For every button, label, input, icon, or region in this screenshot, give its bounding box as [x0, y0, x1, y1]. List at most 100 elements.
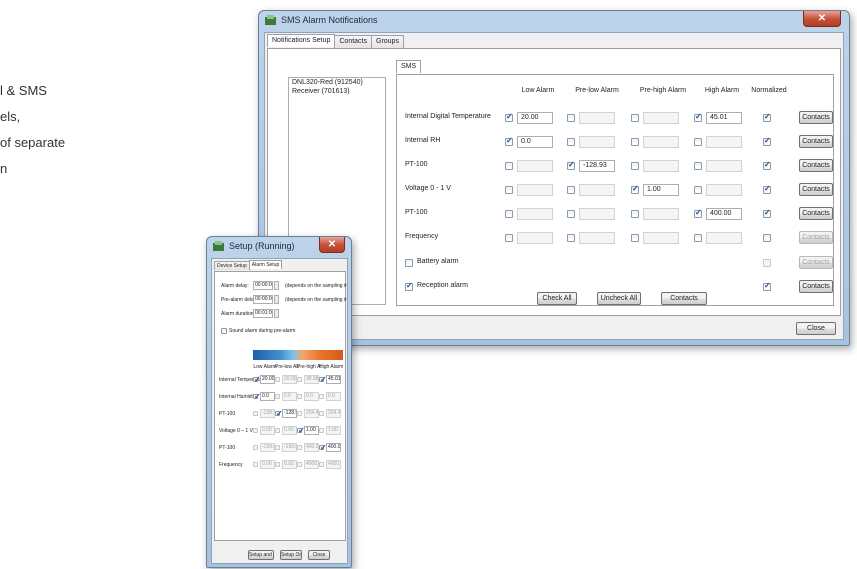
alarm-checkbox[interactable]	[297, 462, 302, 467]
alarm-checkbox[interactable]	[319, 428, 324, 433]
tab-groups[interactable]: Groups	[371, 35, 404, 48]
alarm-checkbox[interactable]	[319, 394, 324, 399]
alarm-checkbox[interactable]	[694, 186, 702, 194]
threshold-field[interactable]: 400.00	[706, 208, 742, 220]
contacts-all-button[interactable]: Contacts	[661, 292, 707, 305]
alarm-checkbox[interactable]	[505, 112, 513, 122]
reception-alarm-checkbox[interactable]	[405, 281, 413, 291]
alarm-checkbox[interactable]	[505, 234, 513, 242]
alarm-checkbox[interactable]	[253, 411, 258, 416]
contacts-button[interactable]: Contacts	[799, 280, 833, 293]
threshold-field[interactable]: 20.00	[260, 375, 275, 384]
alarm-checkbox[interactable]	[694, 162, 702, 170]
prealarm-delay-field[interactable]: 00:00:00	[253, 295, 273, 304]
alarm-checkbox[interactable]	[253, 445, 258, 450]
alarm-duration-field[interactable]: 00:01:00	[253, 309, 273, 318]
alarm-checkbox[interactable]	[631, 234, 639, 242]
contacts-button[interactable]: Contacts	[799, 111, 833, 124]
threshold-field[interactable]: 1.00	[304, 426, 319, 435]
sound-alarm-checkbox[interactable]	[221, 328, 227, 334]
setup-only-button[interactable]: Setup Only	[280, 550, 302, 560]
alarm-checkbox[interactable]	[631, 184, 639, 194]
normalized-checkbox[interactable]	[763, 208, 771, 218]
list-item[interactable]: DNL320-Red (912540)	[289, 78, 385, 87]
contacts-button[interactable]: Contacts	[799, 159, 833, 172]
alarm-checkbox[interactable]	[631, 162, 639, 170]
alarm-checkbox[interactable]	[253, 462, 258, 467]
check-all-button[interactable]: Check All	[537, 292, 577, 305]
alarm-checkbox[interactable]	[567, 114, 575, 122]
alarm-checkbox[interactable]	[275, 462, 280, 467]
alarm-checkbox[interactable]	[567, 234, 575, 242]
alarm-checkbox[interactable]	[319, 375, 327, 384]
alarm-checkbox[interactable]	[319, 443, 327, 452]
close-icon[interactable]: ✕	[319, 237, 345, 253]
alarm-checkbox[interactable]	[505, 162, 513, 170]
setup-and-run-button[interactable]: Setup and Run	[248, 550, 274, 560]
alarm-checkbox[interactable]	[319, 462, 324, 467]
threshold-field[interactable]: 1.00	[643, 184, 679, 196]
alarm-checkbox[interactable]	[297, 445, 302, 450]
spin-arrows-icon[interactable]	[274, 309, 279, 318]
alarm-checkbox[interactable]	[275, 377, 280, 382]
alarm-checkbox[interactable]	[694, 234, 702, 242]
alarm-checkbox[interactable]	[631, 210, 639, 218]
alarm-checkbox[interactable]	[253, 375, 261, 384]
alarm-delay-field[interactable]: 00:00:00	[253, 281, 273, 290]
threshold-field[interactable]: -128.93	[579, 160, 615, 172]
close-button[interactable]: Close	[796, 322, 836, 335]
sms-window-titlebar[interactable]: SMS Alarm Notifications ✕	[259, 11, 849, 31]
contacts-button[interactable]: Contacts	[799, 207, 833, 220]
tab-device-setup[interactable]: Device Setup	[214, 261, 250, 270]
alarm-checkbox[interactable]	[275, 409, 283, 418]
alarm-checkbox[interactable]	[297, 411, 302, 416]
alarm-checkbox[interactable]	[297, 426, 305, 435]
spin-arrows-icon[interactable]	[274, 281, 279, 290]
threshold-field[interactable]: -128.93	[282, 409, 297, 418]
threshold-field[interactable]: 45.01	[706, 112, 742, 124]
alarm-checkbox[interactable]	[275, 428, 280, 433]
tab-contacts[interactable]: Contacts	[334, 35, 372, 48]
alarm-checkbox[interactable]	[297, 394, 302, 399]
threshold-field[interactable]: 45.01	[326, 375, 341, 384]
alarm-checkbox[interactable]	[275, 394, 280, 399]
alarm-checkbox[interactable]	[694, 112, 702, 122]
alarm-checkbox[interactable]	[694, 208, 702, 218]
contacts-button[interactable]: Contacts	[799, 256, 833, 269]
threshold-field[interactable]: 20.00	[517, 112, 553, 124]
threshold-field[interactable]: 0.0	[517, 136, 553, 148]
alarm-checkbox[interactable]	[567, 160, 575, 170]
alarm-checkbox[interactable]	[253, 428, 258, 433]
contacts-button[interactable]: Contacts	[799, 135, 833, 148]
alarm-checkbox[interactable]	[694, 138, 702, 146]
threshold-field[interactable]: 0.0	[260, 392, 275, 401]
alarm-checkbox[interactable]	[297, 377, 302, 382]
threshold-field[interactable]: 400.00	[326, 443, 341, 452]
tab-sms[interactable]: SMS	[396, 60, 422, 73]
list-item[interactable]: Receiver (701613)	[289, 87, 385, 96]
alarm-checkbox[interactable]	[505, 186, 513, 194]
alarm-checkbox[interactable]	[567, 138, 575, 146]
spin-arrows-icon[interactable]	[274, 295, 279, 304]
alarm-checkbox[interactable]	[505, 210, 513, 218]
alarm-checkbox[interactable]	[631, 138, 639, 146]
normalized-checkbox[interactable]	[763, 281, 771, 291]
normalized-checkbox[interactable]	[763, 234, 771, 242]
alarm-checkbox[interactable]	[567, 210, 575, 218]
close-icon[interactable]: ✕	[803, 11, 841, 27]
alarm-checkbox[interactable]	[319, 411, 324, 416]
normalized-checkbox[interactable]	[763, 259, 771, 267]
tab-alarm-setup[interactable]: Alarm Setup	[248, 260, 283, 269]
tab-notifications-setup[interactable]: Notifications Setup	[267, 34, 336, 47]
alarm-checkbox[interactable]	[505, 136, 513, 146]
alarm-checkbox[interactable]	[567, 186, 575, 194]
normalized-checkbox[interactable]	[763, 112, 771, 122]
normalized-checkbox[interactable]	[763, 136, 771, 146]
alarm-checkbox[interactable]	[253, 392, 261, 401]
contacts-button[interactable]: Contacts	[799, 183, 833, 196]
close-button[interactable]: Close	[308, 550, 330, 560]
normalized-checkbox[interactable]	[763, 160, 771, 170]
alarm-checkbox[interactable]	[275, 445, 280, 450]
normalized-checkbox[interactable]	[763, 184, 771, 194]
contacts-button[interactable]: Contacts	[799, 231, 833, 244]
